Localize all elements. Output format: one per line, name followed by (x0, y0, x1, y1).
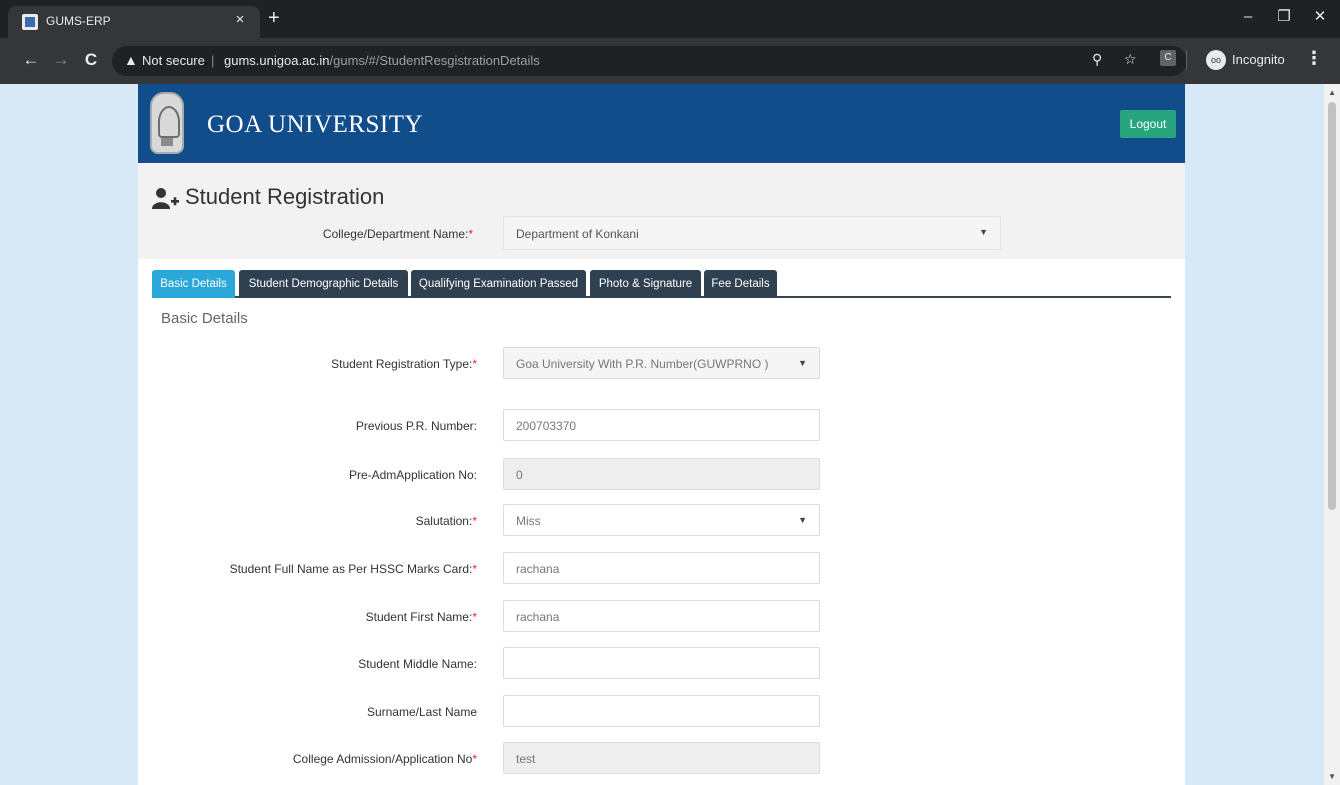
pre-adm-input[interactable]: 0 (503, 458, 820, 490)
chevron-down-icon: ▼ (979, 227, 988, 237)
logout-button[interactable]: Logout (1120, 110, 1176, 138)
tab-fee-details[interactable]: Fee Details (704, 270, 777, 298)
college-admission-input[interactable]: test (503, 742, 820, 774)
tab-close-icon[interactable]: × (230, 11, 250, 28)
college-admission-label-text: College Admission/Application No (292, 752, 473, 766)
pre-adm-value: 0 (516, 468, 523, 482)
required-mark: * (468, 227, 473, 241)
favicon-icon (22, 14, 38, 30)
full-name-label: Student Full Name as Per HSSC Marks Card… (230, 562, 477, 576)
registration-type-value: Goa University With P.R. Number(GUWPRNO … (516, 357, 769, 371)
page-viewport: GOA UNIVERSITY Logout Student Registrati… (0, 84, 1340, 785)
college-admission-value: test (516, 752, 536, 766)
full-name-label-text: Student Full Name as Per HSSC Marks Card… (229, 562, 473, 576)
tab-title: GUMS-ERP (46, 14, 111, 28)
tab-demographic-details[interactable]: Student Demographic Details (239, 270, 408, 298)
incognito-icon[interactable]: oo (1206, 50, 1226, 70)
salutation-value: Miss (516, 514, 541, 528)
page-title: Student Registration (185, 184, 385, 209)
salutation-label-text: Salutation: (415, 514, 473, 528)
college-label-text: College/Department Name: (322, 227, 469, 241)
zoom-icon[interactable]: ⚲ (1092, 51, 1102, 68)
reload-button[interactable]: C (80, 50, 102, 70)
omnibox-separator: | (211, 53, 215, 68)
previous-pr-label: Previous P.R. Number: (355, 419, 477, 433)
tab-photo-signature[interactable]: Photo & Signature (590, 270, 701, 298)
middle-name-input[interactable] (503, 647, 820, 679)
add-user-icon (152, 188, 179, 209)
registration-type-label-text: Student Registration Type: (331, 357, 473, 371)
registration-type-select[interactable]: Goa University With P.R. Number(GUWPRNO … (503, 347, 820, 379)
browser-toolbar: ← → C ▲ Not secure | gums.unigoa.ac.in/g… (0, 38, 1340, 84)
scroll-up-icon[interactable]: ▲ (1328, 88, 1336, 97)
security-status[interactable]: Not secure (142, 53, 205, 68)
url-text[interactable]: gums.unigoa.ac.in/gums/#/StudentResgistr… (224, 53, 540, 68)
warning-icon[interactable]: ▲ (124, 52, 138, 68)
url-path: /gums/#/StudentResgistrationDetails (329, 53, 540, 68)
surname-label: Surname/Last Name (366, 705, 477, 719)
section-title: Basic Details (161, 310, 248, 327)
back-button[interactable]: ← (20, 50, 42, 70)
salutation-select[interactable]: Miss ▼ (503, 504, 820, 536)
new-tab-button[interactable]: + (268, 8, 280, 28)
college-admission-label: College Admission/Application No* (293, 752, 477, 766)
middle-name-label: Student Middle Name: (358, 657, 477, 671)
brand-name: GOA UNIVERSITY (207, 111, 424, 138)
required-mark: * (472, 752, 477, 766)
full-name-value: rachana (516, 562, 560, 576)
chevron-down-icon: ▼ (798, 358, 807, 368)
page-container: GOA UNIVERSITY Logout Student Registrati… (138, 84, 1185, 785)
previous-pr-input[interactable]: 200703370 (503, 409, 820, 441)
required-mark: * (472, 357, 477, 371)
url-host: gums.unigoa.ac.in (224, 53, 330, 68)
college-label: College/Department Name:* (323, 227, 473, 241)
toolbar-divider (1186, 50, 1187, 70)
tab-qualifying-examination[interactable]: Qualifying Examination Passed (411, 270, 586, 298)
surname-input[interactable] (503, 695, 820, 727)
required-mark: * (472, 610, 477, 624)
first-name-label: Student First Name:* (366, 610, 477, 624)
previous-pr-value: 200703370 (516, 419, 577, 433)
scroll-down-icon[interactable]: ▼ (1328, 772, 1336, 781)
address-bar[interactable]: ▲ Not secure | gums.unigoa.ac.in/gums/#/… (112, 46, 1187, 76)
full-name-input[interactable]: rachana (503, 552, 820, 584)
registration-type-label: Student Registration Type:* (331, 357, 477, 371)
page-scrollbar[interactable]: ▲ ▼ (1324, 84, 1340, 785)
required-mark: * (472, 562, 477, 576)
required-mark: * (472, 514, 477, 528)
bookmark-star-icon[interactable]: ☆ (1124, 51, 1137, 68)
site-header: GOA UNIVERSITY Logout (138, 84, 1185, 163)
close-window-button[interactable]: ✕ (1302, 4, 1338, 30)
first-name-label-text: Student First Name: (365, 610, 473, 624)
extension-icon[interactable]: C (1160, 50, 1176, 66)
college-select-value: Department of Konkani (516, 227, 639, 241)
salutation-label: Salutation:* (416, 514, 477, 528)
pre-adm-label: Pre-AdmApplication No: (348, 468, 477, 482)
first-name-value: rachana (516, 610, 560, 624)
first-name-input[interactable]: rachana (503, 600, 820, 632)
forward-button[interactable]: → (50, 50, 72, 70)
incognito-label[interactable]: Incognito (1232, 52, 1285, 67)
chevron-down-icon: ▼ (798, 515, 807, 525)
scrollbar-thumb[interactable] (1328, 102, 1336, 510)
tab-basic-details[interactable]: Basic Details (152, 270, 235, 298)
minimize-button[interactable]: – (1230, 4, 1266, 30)
browser-tab[interactable]: GUMS-ERP × (8, 6, 260, 38)
restore-button[interactable]: ❐ (1266, 4, 1302, 30)
college-select[interactable]: Department of Konkani ▼ (503, 216, 1001, 250)
browser-title-bar: GUMS-ERP × + – ❐ ✕ (0, 0, 1340, 38)
university-logo (150, 92, 184, 154)
browser-menu-icon[interactable]: ⋮ (1305, 48, 1323, 69)
